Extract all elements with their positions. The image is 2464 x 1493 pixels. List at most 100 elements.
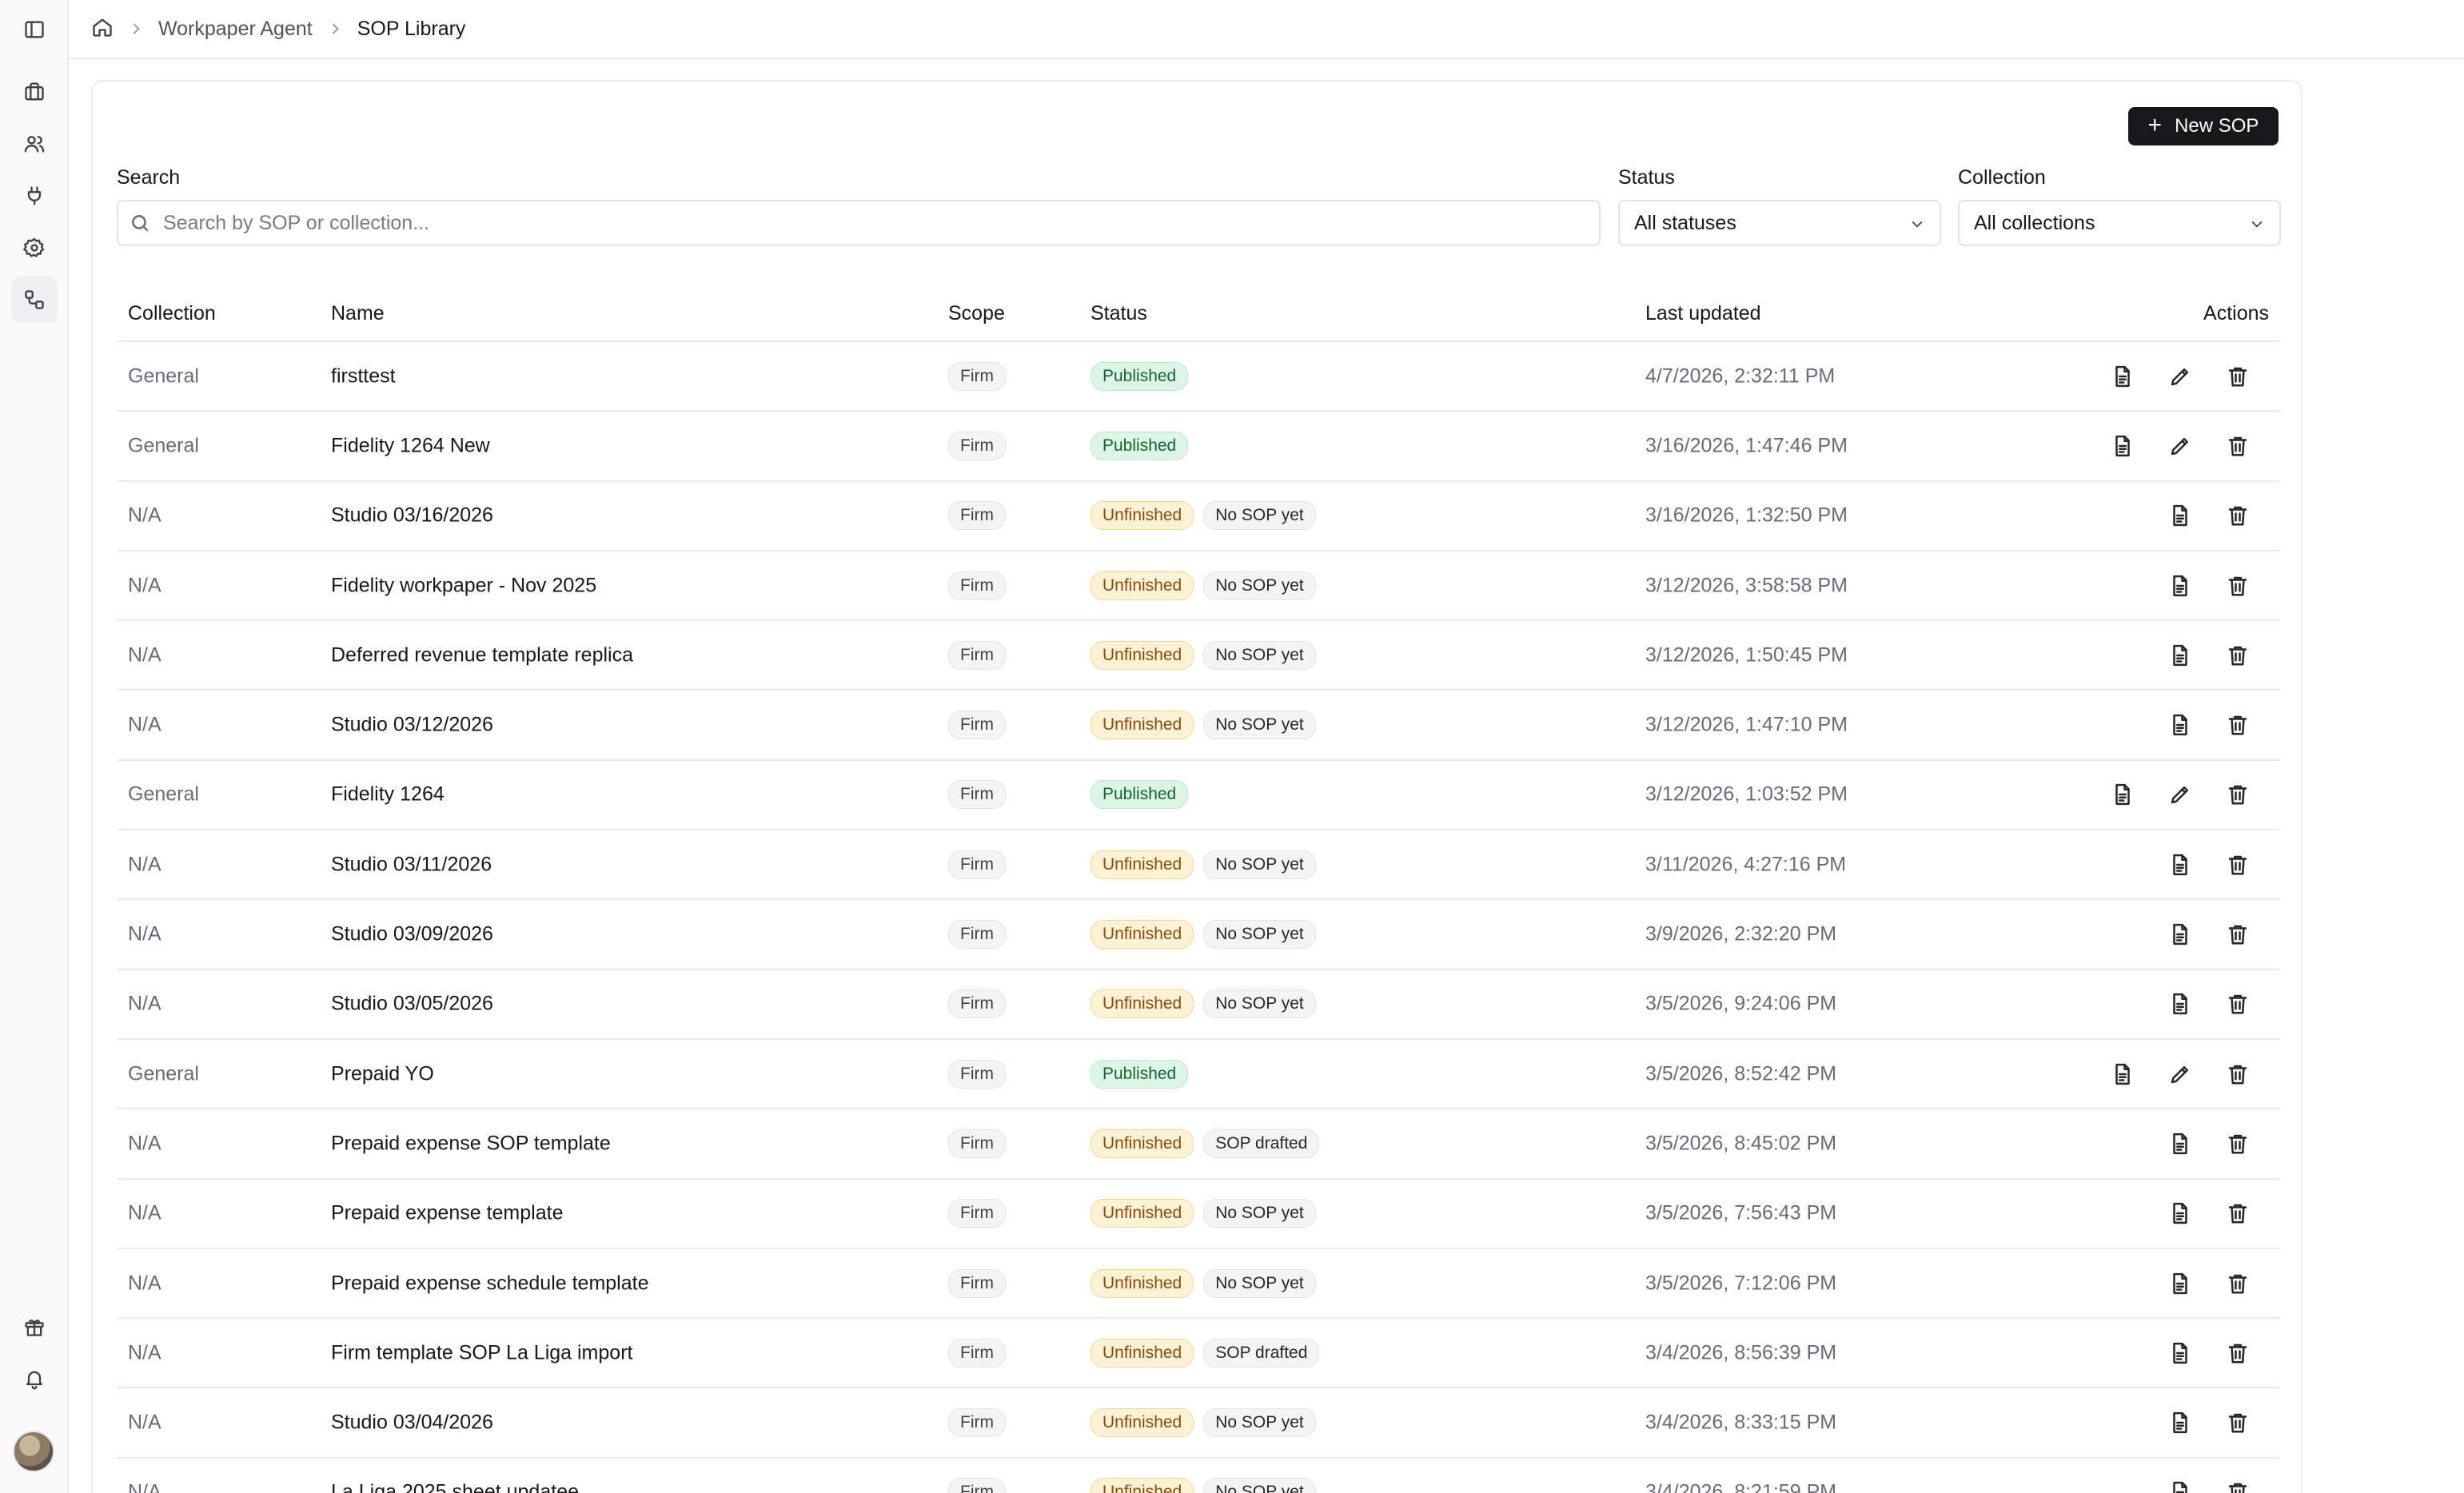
row-name[interactable]: Prepaid expense SOP template xyxy=(331,1132,611,1155)
table-row[interactable]: N/A Studio 03/16/2026 Firm Unfinished No SOP… xyxy=(117,482,2280,551)
header-scope[interactable]: Scope xyxy=(948,302,1005,325)
view-document-icon[interactable] xyxy=(2111,434,2135,458)
header-status[interactable]: Status xyxy=(1090,302,1147,325)
status-select[interactable]: All statuses xyxy=(1618,200,1941,246)
row-name[interactable]: Fidelity workpaper - Nov 2025 xyxy=(331,574,596,597)
table-row[interactable]: N/A Studio 03/05/2026 Firm Unfinished No SOP… xyxy=(117,970,2280,1040)
table-row[interactable]: N/A Studio 03/12/2026 Firm Unfinished No SOP… xyxy=(117,691,2280,761)
row-name[interactable]: La Liga 2025 sheet updatee xyxy=(331,1481,579,1493)
row-name[interactable]: Prepaid expense template xyxy=(331,1202,563,1225)
edit-pencil-icon[interactable] xyxy=(2168,364,2192,388)
view-document-icon[interactable] xyxy=(2111,782,2135,806)
row-last-updated: 3/5/2026, 7:12:06 PM xyxy=(1645,1272,1837,1294)
row-name[interactable]: Prepaid expense schedule template xyxy=(331,1272,649,1295)
delete-trash-icon[interactable] xyxy=(2226,1411,2250,1435)
table-row[interactable]: N/A Studio 03/11/2026 Firm Unfinished No SOP… xyxy=(117,830,2280,901)
new-sop-button[interactable]: + New SOP xyxy=(2128,107,2279,145)
row-name[interactable]: Studio 03/11/2026 xyxy=(331,853,492,876)
delete-trash-icon[interactable] xyxy=(2226,1480,2250,1493)
breadcrumb-sop-library: SOP Library xyxy=(357,17,466,40)
delete-trash-icon[interactable] xyxy=(2226,364,2250,388)
view-document-icon[interactable] xyxy=(2168,1132,2192,1156)
view-document-icon[interactable] xyxy=(2168,1480,2192,1493)
row-name[interactable]: Fidelity 1264 xyxy=(331,783,445,806)
table-row[interactable]: N/A Prepaid expense schedule template Firm… xyxy=(117,1249,2280,1320)
header-last-updated[interactable]: Last updated xyxy=(1645,302,1761,325)
view-document-icon[interactable] xyxy=(2168,1272,2192,1296)
delete-trash-icon[interactable] xyxy=(2226,1132,2250,1156)
edit-pencil-icon[interactable] xyxy=(2168,434,2192,458)
gift-icon[interactable] xyxy=(11,1304,58,1350)
row-name[interactable]: Deferred revenue template replica xyxy=(331,643,633,667)
view-document-icon[interactable] xyxy=(2168,1411,2192,1435)
row-name[interactable]: Firm template SOP La Liga import xyxy=(331,1341,632,1364)
table-row[interactable]: N/A Fidelity workpaper - Nov 2025 Firm Unfi… xyxy=(117,551,2280,622)
search-input[interactable]: Search by SOP or collection... xyxy=(117,200,1601,246)
table-row[interactable]: N/A Studio 03/09/2026 Firm Unfinished No SOP… xyxy=(117,900,2280,970)
row-name[interactable]: Studio 03/16/2026 xyxy=(331,504,493,528)
table-row[interactable]: General Fidelity 1264 Firm Published 3/12/20… xyxy=(117,761,2280,831)
table-row[interactable]: N/A Firm template SOP La Liga import Firm U… xyxy=(117,1319,2280,1389)
delete-trash-icon[interactable] xyxy=(2226,1341,2250,1365)
row-name[interactable]: firsttest xyxy=(331,364,396,388)
briefcase-icon[interactable] xyxy=(11,69,58,115)
bell-icon[interactable] xyxy=(11,1356,58,1402)
header-name[interactable]: Name xyxy=(331,302,385,325)
table-row[interactable]: N/A Prepaid expense template Firm Unfinishe… xyxy=(117,1180,2280,1249)
delete-trash-icon[interactable] xyxy=(2226,504,2250,528)
status-badge: Unfinished xyxy=(1090,850,1194,879)
workflow-icon[interactable] xyxy=(11,277,58,323)
delete-trash-icon[interactable] xyxy=(2226,782,2250,806)
view-document-icon[interactable] xyxy=(2168,922,2192,946)
edit-pencil-icon[interactable] xyxy=(2168,782,2192,806)
users-icon[interactable] xyxy=(11,121,58,167)
breadcrumb-workpaper-agent[interactable]: Workpaper Agent xyxy=(158,18,313,41)
table-row[interactable]: General Prepaid YO Firm Published 3/5/2026, … xyxy=(117,1040,2280,1110)
delete-trash-icon[interactable] xyxy=(2226,1062,2250,1086)
row-name[interactable]: Studio 03/09/2026 xyxy=(331,923,493,946)
row-name[interactable]: Studio 03/04/2026 xyxy=(331,1411,493,1435)
delete-trash-icon[interactable] xyxy=(2226,434,2250,458)
view-document-icon[interactable] xyxy=(2168,992,2192,1016)
row-name[interactable]: Fidelity 1264 New xyxy=(331,434,490,457)
edit-pencil-icon[interactable] xyxy=(2168,1062,2192,1086)
delete-trash-icon[interactable] xyxy=(2226,713,2250,737)
table-row[interactable]: N/A Deferred revenue template replica Firm… xyxy=(117,621,2280,691)
status-badge: Unfinished xyxy=(1090,989,1194,1019)
delete-trash-icon[interactable] xyxy=(2226,853,2250,877)
view-document-icon[interactable] xyxy=(2168,713,2192,737)
delete-trash-icon[interactable] xyxy=(2226,922,2250,946)
view-document-icon[interactable] xyxy=(2168,853,2192,877)
home-icon[interactable] xyxy=(91,16,114,42)
delete-trash-icon[interactable] xyxy=(2226,992,2250,1016)
sidebar-toggle-icon[interactable] xyxy=(11,6,58,53)
table-row[interactable]: N/A Prepaid expense SOP template Firm Unfin… xyxy=(117,1109,2280,1180)
collection-select[interactable]: All collections xyxy=(1958,200,2281,246)
table-row[interactable]: N/A La Liga 2025 sheet updatee Firm Unfinis… xyxy=(117,1459,2280,1493)
gear-icon[interactable] xyxy=(11,225,58,271)
plus-icon: + xyxy=(2147,111,2163,138)
view-document-icon[interactable] xyxy=(2111,1062,2135,1086)
delete-trash-icon[interactable] xyxy=(2226,643,2250,667)
view-document-icon[interactable] xyxy=(2168,1201,2192,1225)
plug-icon[interactable] xyxy=(11,173,58,219)
view-document-icon[interactable] xyxy=(2111,364,2135,388)
view-document-icon[interactable] xyxy=(2168,504,2192,528)
table-row[interactable]: General Fidelity 1264 New Firm Published 3/1… xyxy=(117,412,2280,482)
row-name[interactable]: Studio 03/12/2026 xyxy=(331,714,493,737)
row-collection: N/A xyxy=(128,853,161,876)
view-document-icon[interactable] xyxy=(2168,574,2192,598)
row-name[interactable]: Studio 03/05/2026 xyxy=(331,993,493,1016)
delete-trash-icon[interactable] xyxy=(2226,1272,2250,1296)
row-name[interactable]: Prepaid YO xyxy=(331,1062,434,1085)
avatar[interactable] xyxy=(13,1431,54,1472)
status-badge: Unfinished xyxy=(1090,711,1194,740)
delete-trash-icon[interactable] xyxy=(2226,1201,2250,1225)
table-row[interactable]: N/A Studio 03/04/2026 Firm Unfinished No SOP… xyxy=(117,1388,2280,1459)
delete-trash-icon[interactable] xyxy=(2226,574,2250,598)
view-document-icon[interactable] xyxy=(2168,1341,2192,1365)
row-collection: N/A xyxy=(128,1272,161,1294)
header-collection[interactable]: Collection xyxy=(128,302,216,325)
view-document-icon[interactable] xyxy=(2168,643,2192,667)
table-row[interactable]: General firsttest Firm Published 4/7/2026, 2… xyxy=(117,342,2280,412)
